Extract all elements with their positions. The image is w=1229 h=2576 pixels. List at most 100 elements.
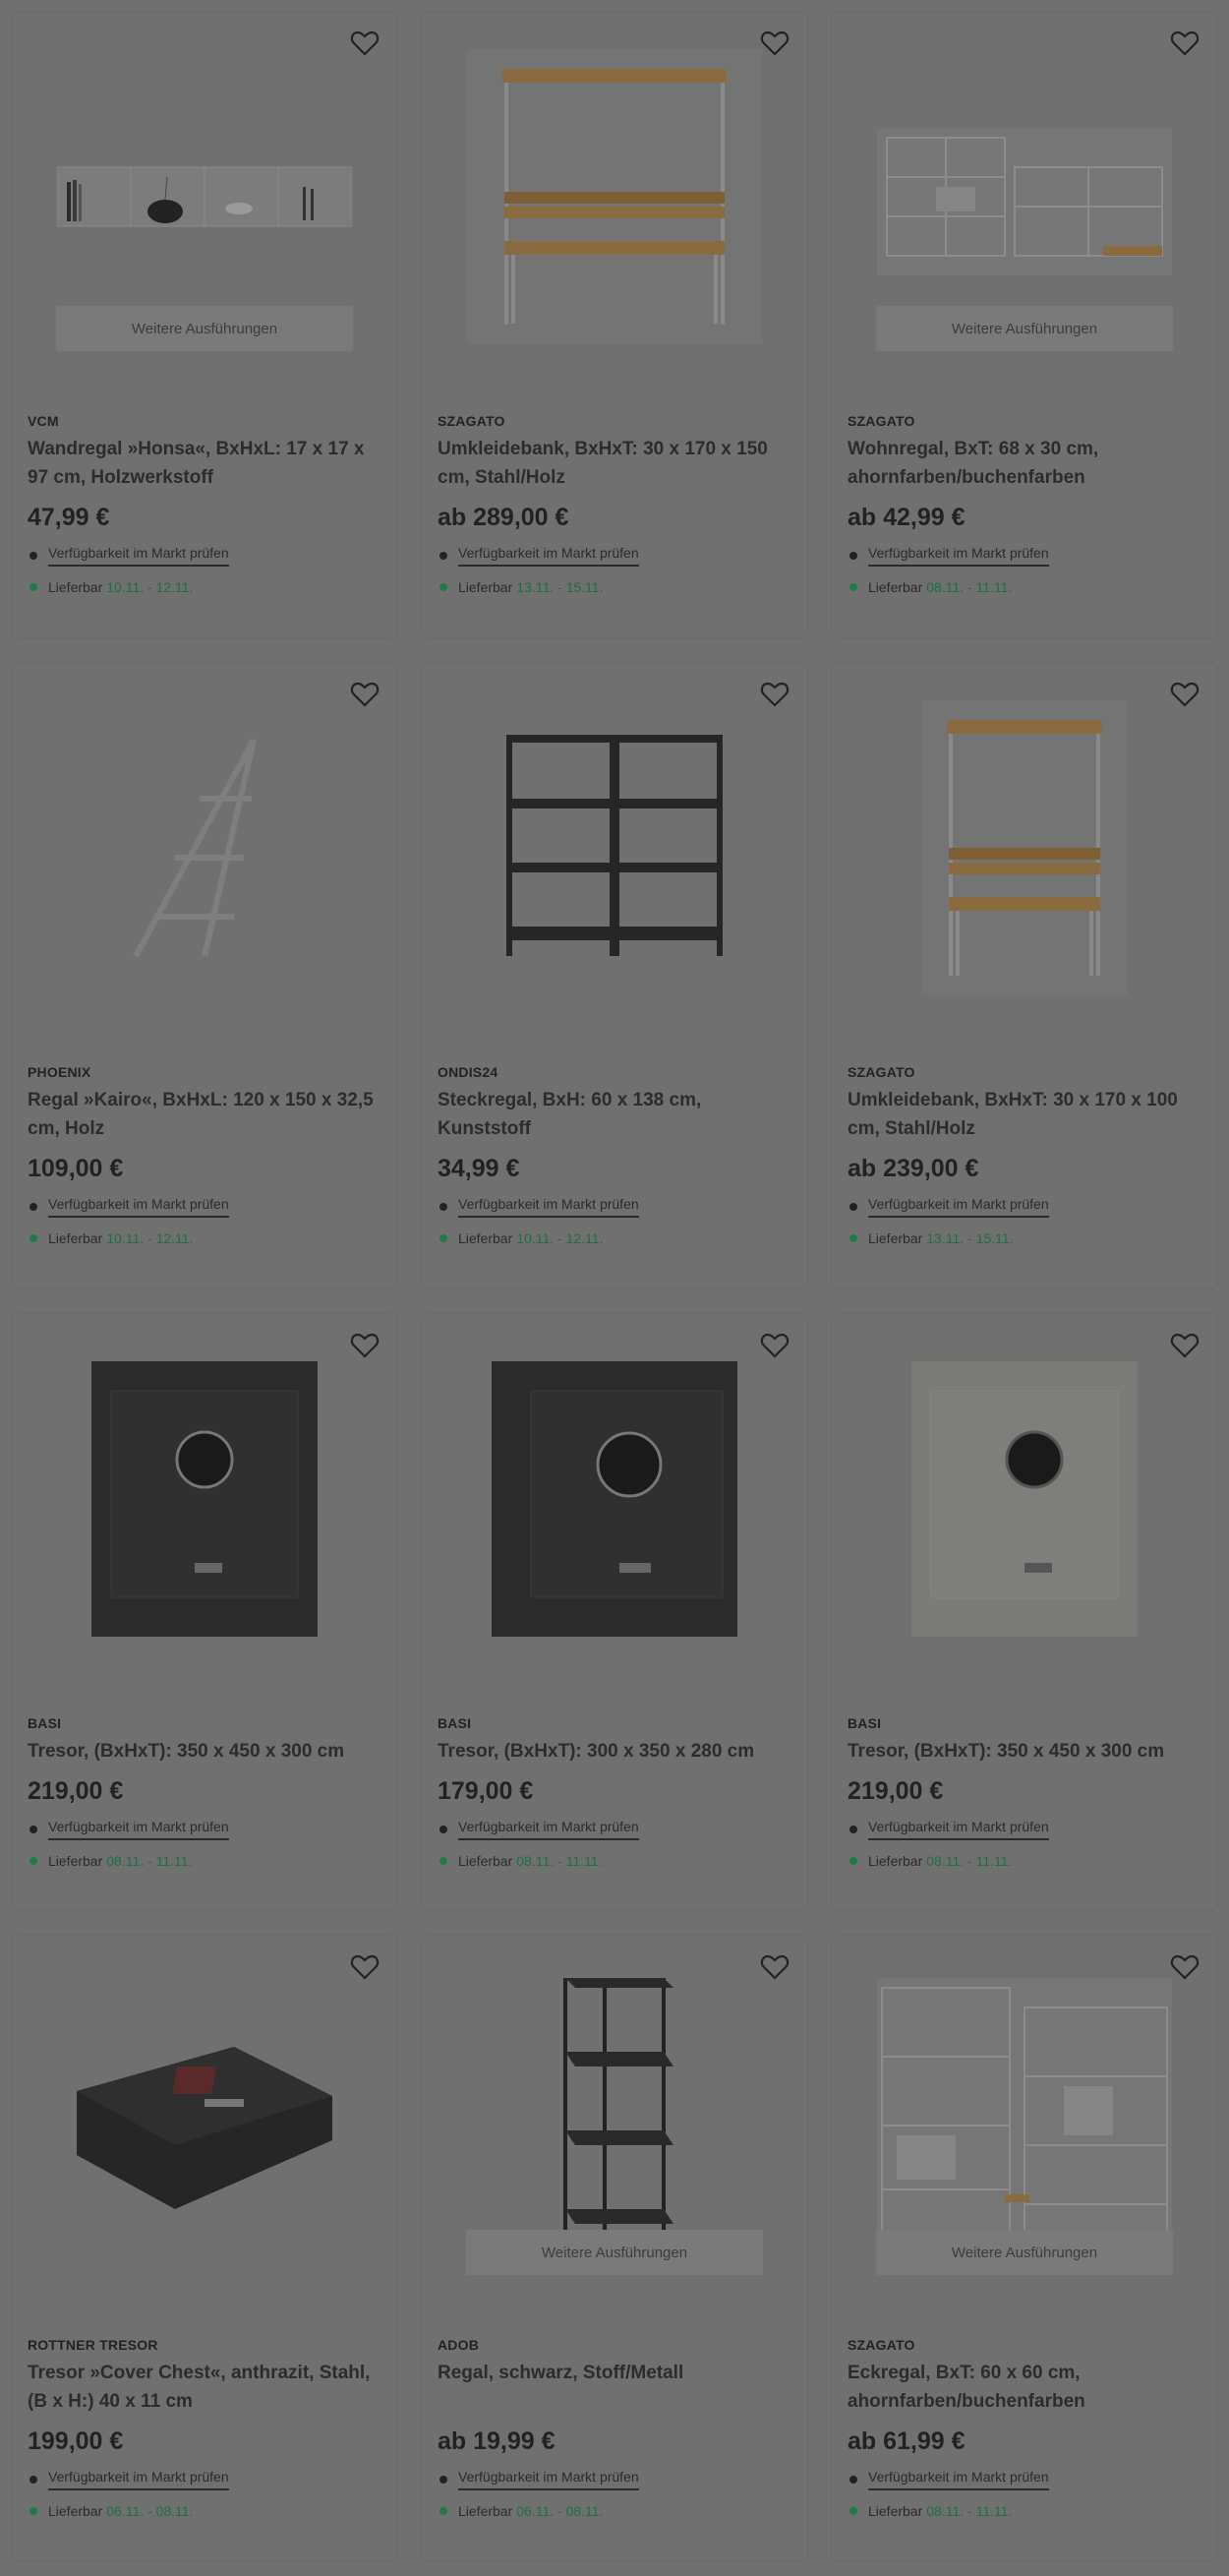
product-card[interactable]: Weitere Ausführungen SZAGATO Wohnregal, … bbox=[832, 12, 1217, 637]
product-price: 219,00 € bbox=[848, 1777, 944, 1805]
availability-dot-icon bbox=[439, 552, 447, 560]
corner-shelf-image[interactable] bbox=[861, 1973, 1188, 2268]
tower-shelf-image[interactable] bbox=[451, 1973, 778, 2268]
product-brand: ADOB bbox=[438, 2337, 480, 2353]
more-variants-button[interactable]: Weitere Ausführungen bbox=[56, 306, 353, 351]
product-brand: SZAGATO bbox=[848, 1064, 915, 1080]
changing-bench-image[interactable] bbox=[451, 49, 778, 344]
product-price: ab 42,99 € bbox=[848, 504, 966, 531]
ladder-shelf-image[interactable] bbox=[41, 700, 368, 995]
delivery-dates: 10.11. - 12.11. bbox=[106, 579, 194, 595]
check-availability-link[interactable]: Verfügbarkeit im Markt prüfen bbox=[868, 1819, 1049, 1840]
check-availability-link[interactable]: Verfügbarkeit im Markt prüfen bbox=[458, 2469, 639, 2490]
availability-dot-icon bbox=[29, 1203, 37, 1211]
delivery-label: Lieferbar bbox=[868, 1230, 923, 1246]
plastic-rack-image[interactable] bbox=[451, 700, 778, 995]
delivery-label: Lieferbar bbox=[458, 1230, 513, 1246]
product-card[interactable]: SZAGATO Umkleidebank, BxHxT: 30 x 170 x … bbox=[422, 12, 807, 637]
availability-dot-icon bbox=[439, 1826, 447, 1833]
delivery-dot-icon bbox=[439, 1234, 447, 1242]
product-title[interactable]: Wandregal »Honsa«, BxHxL: 17 x 17 x 97 c… bbox=[28, 435, 381, 492]
product-title[interactable]: Regal »Kairo«, BxHxL: 120 x 150 x 32,5 c… bbox=[28, 1086, 381, 1143]
delivery-dot-icon bbox=[439, 1857, 447, 1865]
check-availability-link[interactable]: Verfügbarkeit im Markt prüfen bbox=[458, 545, 639, 567]
safe-white-image[interactable] bbox=[861, 1351, 1188, 1647]
check-availability-link[interactable]: Verfügbarkeit im Markt prüfen bbox=[868, 2469, 1049, 2490]
product-card[interactable]: BASI Tresor, (BxHxT): 350 x 450 x 300 cm… bbox=[832, 1314, 1217, 1910]
more-variants-button[interactable]: Weitere Ausführungen bbox=[876, 2230, 1173, 2275]
product-card[interactable]: ONDIS24 Steckregal, BxH: 60 x 138 cm, Ku… bbox=[422, 663, 807, 1288]
product-card[interactable]: SZAGATO Umkleidebank, BxHxT: 30 x 170 x … bbox=[832, 663, 1217, 1288]
product-title[interactable]: Eckregal, BxT: 60 x 60 cm, ahornfarben/b… bbox=[848, 2359, 1201, 2416]
delivery-dot-icon bbox=[439, 2507, 447, 2515]
check-availability-link[interactable]: Verfügbarkeit im Markt prüfen bbox=[458, 1819, 639, 1840]
availability-dot-icon bbox=[439, 2476, 447, 2484]
check-availability-link[interactable]: Verfügbarkeit im Markt prüfen bbox=[48, 1196, 229, 1218]
delivery-dot-icon bbox=[29, 583, 37, 591]
check-availability-link[interactable]: Verfügbarkeit im Markt prüfen bbox=[458, 1196, 639, 1218]
availability-dot-icon bbox=[849, 552, 857, 560]
product-card[interactable]: PHOENIX Regal »Kairo«, BxHxL: 120 x 150 … bbox=[12, 663, 397, 1288]
more-variants-button[interactable]: Weitere Ausführungen bbox=[466, 2230, 763, 2275]
check-availability-link[interactable]: Verfügbarkeit im Markt prüfen bbox=[48, 2469, 229, 2490]
product-title[interactable]: Steckregal, BxH: 60 x 138 cm, Kunststoff bbox=[438, 1086, 791, 1143]
delivery-dates: 08.11. - 11.11. bbox=[106, 1853, 193, 1869]
product-price: 109,00 € bbox=[28, 1155, 124, 1182]
product-card[interactable]: Weitere Ausführungen ADOB Regal, schwarz… bbox=[422, 1936, 807, 2561]
product-title[interactable]: Regal, schwarz, Stoff/Metall bbox=[438, 2359, 791, 2416]
product-price: ab 61,99 € bbox=[848, 2427, 966, 2455]
delivery-label: Lieferbar bbox=[458, 1853, 513, 1869]
product-brand: BASI bbox=[848, 1715, 882, 1731]
delivery-dates: 08.11. - 11.11. bbox=[516, 1853, 603, 1869]
delivery-dates: 06.11. - 08.11. bbox=[516, 2503, 604, 2519]
product-title[interactable]: Wohnregal, BxT: 68 x 30 cm, ahornfarben/… bbox=[848, 435, 1201, 492]
safe-black-image[interactable] bbox=[41, 1351, 368, 1647]
cover-chest-image[interactable] bbox=[41, 1973, 368, 2268]
more-variants-button[interactable]: Weitere Ausführungen bbox=[876, 306, 1173, 351]
shelving-system-image[interactable] bbox=[861, 49, 1188, 344]
delivery-label: Lieferbar bbox=[48, 579, 103, 595]
check-availability-link[interactable]: Verfügbarkeit im Markt prüfen bbox=[868, 545, 1049, 567]
product-title[interactable]: Umkleidebank, BxHxT: 30 x 170 x 150 cm, … bbox=[438, 435, 791, 492]
product-card[interactable]: Weitere Ausführungen SZAGATO Eckregal, B… bbox=[832, 1936, 1217, 2561]
check-availability-link[interactable]: Verfügbarkeit im Markt prüfen bbox=[48, 1819, 229, 1840]
delivery-dot-icon bbox=[29, 2507, 37, 2515]
delivery-dates: 06.11. - 08.11. bbox=[106, 2503, 194, 2519]
product-brand: SZAGATO bbox=[438, 413, 505, 429]
availability-dot-icon bbox=[439, 1203, 447, 1211]
product-title[interactable]: Tresor »Cover Chest«, anthrazit, Stahl, … bbox=[28, 2359, 381, 2416]
product-card[interactable]: Weitere Ausführungen VCM Wandregal »Hons… bbox=[12, 12, 397, 637]
product-card[interactable]: BASI Tresor, (BxHxT): 300 x 350 x 280 cm… bbox=[422, 1314, 807, 1910]
wall-shelf-image[interactable] bbox=[41, 49, 368, 344]
delivery-dates: 08.11. - 11.11. bbox=[926, 1853, 1013, 1869]
product-price: ab 239,00 € bbox=[848, 1155, 979, 1182]
delivery-label: Lieferbar bbox=[868, 579, 923, 595]
delivery-label: Lieferbar bbox=[868, 2503, 923, 2519]
changing-bench-small-image[interactable] bbox=[861, 700, 1188, 995]
product-card[interactable]: ROTTNER TRESOR Tresor »Cover Chest«, ant… bbox=[12, 1936, 397, 2561]
delivery-dot-icon bbox=[849, 1857, 857, 1865]
delivery-label: Lieferbar bbox=[458, 2503, 513, 2519]
delivery-dot-icon bbox=[439, 583, 447, 591]
check-availability-link[interactable]: Verfügbarkeit im Markt prüfen bbox=[48, 545, 229, 567]
delivery-label: Lieferbar bbox=[48, 1230, 103, 1246]
product-title[interactable]: Umkleidebank, BxHxT: 30 x 170 x 100 cm, … bbox=[848, 1086, 1201, 1143]
product-price: 34,99 € bbox=[438, 1155, 520, 1182]
product-grid: Weitere Ausführungen VCM Wandregal »Hons… bbox=[12, 12, 1219, 2561]
safe-black-small-image[interactable] bbox=[451, 1351, 778, 1647]
delivery-dates: 13.11. - 15.11. bbox=[516, 579, 604, 595]
delivery-dot-icon bbox=[29, 1234, 37, 1242]
product-brand: BASI bbox=[28, 1715, 62, 1731]
delivery-label: Lieferbar bbox=[458, 579, 513, 595]
product-brand: VCM bbox=[28, 413, 59, 429]
check-availability-link[interactable]: Verfügbarkeit im Markt prüfen bbox=[868, 1196, 1049, 1218]
product-card[interactable]: BASI Tresor, (BxHxT): 350 x 450 x 300 cm… bbox=[12, 1314, 397, 1910]
delivery-dot-icon bbox=[849, 583, 857, 591]
availability-dot-icon bbox=[29, 552, 37, 560]
product-price: ab 289,00 € bbox=[438, 504, 569, 531]
delivery-dot-icon bbox=[849, 2507, 857, 2515]
delivery-dates: 08.11. - 11.11. bbox=[926, 579, 1013, 595]
product-brand: SZAGATO bbox=[848, 2337, 915, 2353]
availability-dot-icon bbox=[29, 2476, 37, 2484]
delivery-dates: 08.11. - 11.11. bbox=[926, 2503, 1013, 2519]
